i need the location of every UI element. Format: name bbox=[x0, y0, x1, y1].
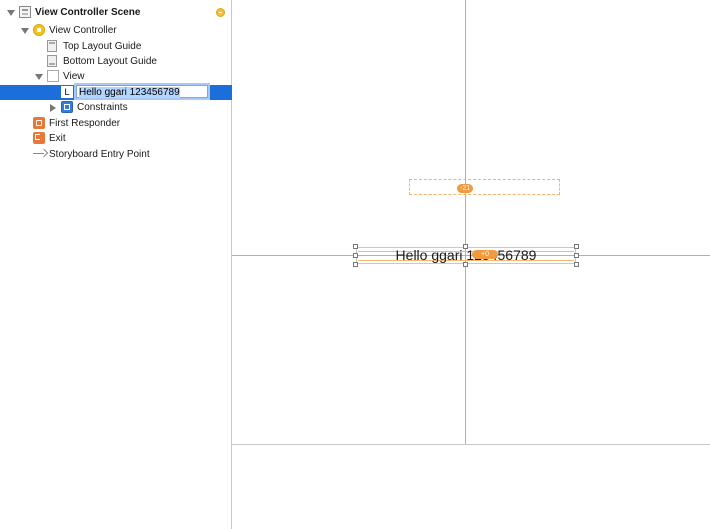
resize-handle-top-left[interactable] bbox=[353, 244, 358, 249]
vertical-offset-constraint-badge[interactable]: -21 bbox=[457, 184, 474, 193]
disclosure-triangle-closed-icon[interactable] bbox=[50, 104, 56, 112]
resize-handle-bottom-right[interactable] bbox=[574, 262, 579, 267]
resize-handle-right[interactable] bbox=[574, 253, 579, 258]
outline-label-first-responder: First Responder bbox=[49, 118, 121, 129]
document-outline: View Controller Scene View Controller To… bbox=[0, 0, 232, 529]
outline-label-bottom-layout-guide: Bottom Layout Guide bbox=[63, 56, 157, 67]
layout-guide-icon bbox=[47, 40, 57, 52]
arrow-right-icon bbox=[33, 148, 47, 160]
resize-handle-bottom[interactable] bbox=[463, 262, 468, 267]
outline-label-scene: View Controller Scene bbox=[35, 7, 141, 18]
outline-label-exit: Exit bbox=[49, 133, 66, 144]
outline-label-constraints: Constraints bbox=[77, 102, 128, 113]
outline-row-bottom-layout-guide[interactable]: Bottom Layout Guide bbox=[0, 54, 232, 69]
exit-icon bbox=[33, 132, 45, 144]
resize-handle-top[interactable] bbox=[463, 244, 468, 249]
rename-field-value[interactable]: Hello ggari 123456789 bbox=[79, 87, 180, 98]
disclosure-triangle-open-icon[interactable] bbox=[21, 28, 29, 34]
outline-label-view-controller: View Controller bbox=[49, 25, 117, 36]
outline-row-entry-point[interactable]: Storyboard Entry Point bbox=[0, 147, 232, 162]
outline-label-view: View bbox=[63, 71, 85, 82]
outline-row-view-controller[interactable]: View Controller bbox=[0, 23, 232, 38]
resize-handle-top-right[interactable] bbox=[574, 244, 579, 249]
outline-row-constraints[interactable]: Constraints bbox=[0, 100, 232, 115]
outline-label-top-layout-guide: Top Layout Guide bbox=[63, 41, 142, 52]
scene-icon bbox=[19, 6, 31, 18]
expected-label-frame bbox=[409, 179, 560, 195]
disclosure-triangle-open-icon[interactable] bbox=[7, 10, 15, 16]
label-icon: L bbox=[61, 86, 73, 98]
outline-row-top-layout-guide[interactable]: Top Layout Guide bbox=[0, 39, 232, 54]
outline-label-entry-point: Storyboard Entry Point bbox=[49, 149, 150, 160]
constraints-icon bbox=[61, 101, 73, 113]
vertical-center-guide bbox=[465, 0, 466, 444]
view-controller-frame[interactable]: -21 Hello ggari 123456789 +0 bbox=[232, 0, 710, 445]
outline-row-label-selected[interactable]: L Hello ggari 123456789 bbox=[0, 85, 232, 100]
view-controller-icon bbox=[33, 24, 45, 36]
outline-row-first-responder[interactable]: First Responder bbox=[0, 116, 232, 131]
warning-badge-icon[interactable] bbox=[216, 8, 225, 17]
first-responder-icon bbox=[33, 117, 45, 129]
outline-row-view[interactable]: View bbox=[0, 69, 232, 84]
storyboard-canvas[interactable]: -21 Hello ggari 123456789 +0 bbox=[232, 0, 710, 529]
view-icon bbox=[47, 70, 59, 82]
outline-row-scene[interactable]: View Controller Scene bbox=[0, 5, 232, 20]
disclosure-triangle-open-icon[interactable] bbox=[35, 74, 43, 80]
center-constraint-badge[interactable]: +0 bbox=[472, 250, 498, 259]
resize-handle-left[interactable] bbox=[353, 253, 358, 258]
rename-field[interactable]: Hello ggari 123456789 bbox=[76, 85, 208, 98]
layout-guide-icon bbox=[47, 55, 57, 67]
outline-row-exit[interactable]: Exit bbox=[0, 131, 232, 146]
resize-handle-bottom-left[interactable] bbox=[353, 262, 358, 267]
